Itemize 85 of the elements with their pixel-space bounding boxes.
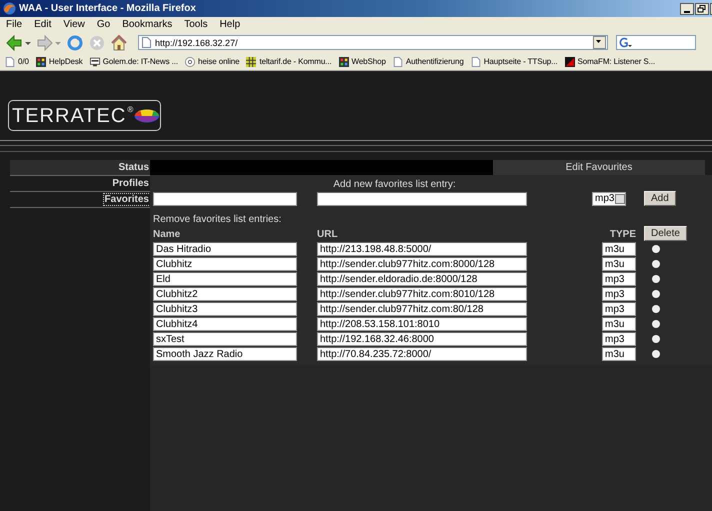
bookmark-link[interactable]: WebShop	[352, 57, 386, 66]
type-input[interactable]: m3u	[602, 317, 636, 331]
url-input[interactable]: http://sender.club977hitz.com:8000/128	[317, 257, 527, 271]
url-input[interactable]: http://sender.eldoradio.de:8000/128	[317, 272, 527, 286]
menu-item[interactable]: File	[6, 19, 22, 30]
bookmark-link[interactable]: 0/0	[18, 57, 29, 66]
column-header: Name	[153, 229, 182, 240]
name-input[interactable]	[153, 192, 297, 206]
url-input[interactable]: http://192.168.32.46:8000	[317, 332, 527, 346]
name-input[interactable]: Clubhitz3	[153, 302, 297, 316]
url-input[interactable]: http://208.53.158.101:8010	[317, 317, 527, 331]
restore-icon[interactable]	[695, 2, 709, 14]
menu-item[interactable]: View	[63, 19, 85, 30]
radio-button[interactable]	[652, 335, 660, 343]
fox-globe-icon	[3, 2, 16, 15]
menu-item[interactable]: Tools	[184, 19, 208, 30]
radio-button[interactable]	[652, 275, 660, 283]
type-input[interactable]: mp3	[602, 302, 636, 316]
bookmark-link[interactable]: Authentifizierung	[406, 57, 464, 66]
add-button[interactable]: Add	[644, 191, 676, 206]
url-input[interactable]: http://213.198.48.8:5000/	[317, 242, 527, 256]
page-icon	[392, 56, 403, 66]
url-input[interactable]: http://sender.club977hitz.com:8010/128	[317, 287, 527, 301]
column-header: TYPE	[610, 229, 636, 240]
section-title: Edit Favourites	[493, 160, 705, 175]
name-input[interactable]: Smooth Jazz Radio	[153, 347, 297, 361]
registered-mark: ®	[127, 105, 134, 114]
nav-link[interactable]: Favorites	[104, 194, 150, 205]
dropdown-button[interactable]	[593, 36, 606, 49]
delete-button[interactable]: Delete	[644, 226, 687, 241]
at-sign-icon	[184, 56, 195, 66]
window-title: WAA - User Interface - Mozilla Firefox	[19, 3, 197, 14]
nav-link[interactable]: Status	[117, 162, 150, 173]
radio-button[interactable]	[652, 290, 660, 298]
name-input[interactable]: Eld	[153, 272, 297, 286]
reload-icon[interactable]	[66, 34, 84, 50]
type-input[interactable]: mp3	[602, 287, 636, 301]
minimize-icon[interactable]	[680, 2, 694, 14]
url-input[interactable]	[317, 192, 527, 206]
name-input[interactable]: Clubhitz	[153, 257, 297, 271]
type-input[interactable]: mp3	[602, 332, 636, 346]
address-field[interactable]: http://192.168.32.27/	[138, 35, 608, 50]
name-input[interactable]: Clubhitz4	[153, 317, 297, 331]
bookmark-link[interactable]: SomaFM: Listener S...	[578, 57, 656, 66]
page-icon	[5, 56, 15, 66]
radio-button[interactable]	[652, 245, 660, 253]
page-icon	[142, 37, 151, 48]
search-engine-icon	[619, 37, 632, 48]
app-icon	[36, 56, 46, 66]
name-input[interactable]: Das Hitradio	[153, 242, 297, 256]
type-dropdown[interactable]: mp3	[592, 192, 626, 206]
app-icon	[338, 56, 349, 66]
name-input[interactable]: Clubhitz2	[153, 287, 297, 301]
url-input[interactable]: http://70.84.235.72:8000/	[317, 347, 527, 361]
monitor-icon	[90, 56, 100, 66]
app-icon	[564, 56, 575, 66]
page-icon	[470, 56, 481, 66]
bookmark-link[interactable]: HelpDesk	[48, 57, 83, 66]
type-input[interactable]: mp3	[602, 272, 636, 286]
nav-link[interactable]: Profiles	[111, 178, 150, 189]
name-input[interactable]: sxTest	[153, 332, 297, 346]
remove-entries-label: Remove favorites list entries:	[153, 214, 282, 225]
menu-item[interactable]: Help	[220, 19, 240, 30]
bookmark-link[interactable]: Hauptseite - TTSup...	[484, 57, 558, 66]
type-input[interactable]: m3u	[602, 257, 636, 271]
radio-button[interactable]	[652, 305, 660, 313]
url-input[interactable]: http://sender.club977hitz.com:80/128	[317, 302, 527, 316]
back-icon[interactable]	[6, 34, 32, 50]
bookmark-link[interactable]: Golem.de: IT-News ...	[102, 57, 178, 66]
radio-button[interactable]	[652, 320, 660, 328]
menu-item[interactable]: Edit	[34, 19, 52, 30]
column-header: URL	[317, 229, 339, 240]
grid-icon	[246, 56, 256, 66]
home-icon[interactable]	[110, 34, 128, 50]
type-input[interactable]: m3u	[602, 347, 636, 361]
add-entry-label: Add new favorites list entry:	[332, 179, 457, 190]
radio-button[interactable]	[652, 350, 660, 358]
logo-text: TERRATEC	[12, 106, 126, 126]
type-input[interactable]: m3u	[602, 242, 636, 256]
radio-button[interactable]	[652, 260, 660, 268]
menu-item[interactable]: Bookmarks	[122, 19, 172, 30]
menu-item[interactable]: Go	[96, 19, 110, 30]
bookmark-link[interactable]: heise online	[198, 57, 240, 66]
bookmark-link[interactable]: teltarif.de - Kommu...	[259, 57, 332, 66]
search-field[interactable]	[616, 35, 696, 50]
